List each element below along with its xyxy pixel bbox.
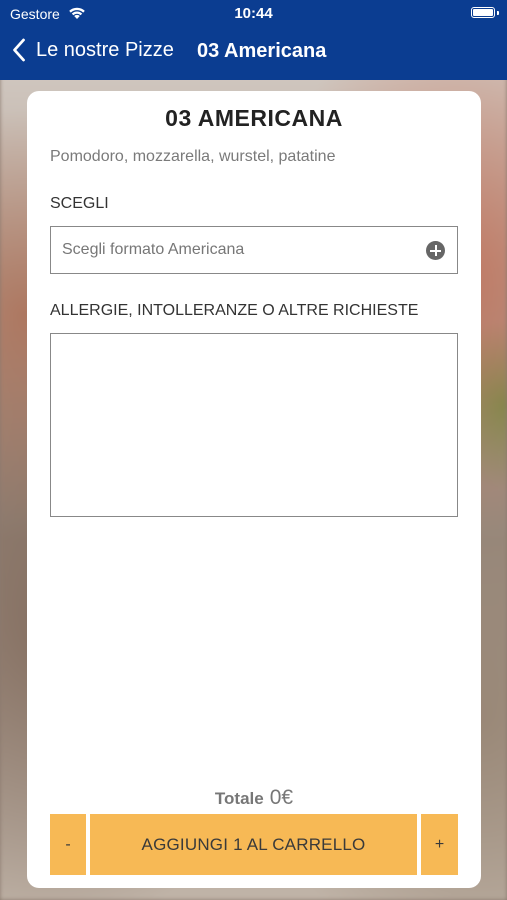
add-to-cart-button[interactable]: AGGIUNGI 1 AL CARRELLO xyxy=(90,814,417,875)
total-label: Totale xyxy=(214,789,264,808)
notes-label: ALLERGIE, INTOLLERANZE O ALTRE RICHIESTE xyxy=(50,302,419,319)
back-label: Le nostre Pizze xyxy=(36,38,174,61)
choose-label: SCEGLI xyxy=(50,195,109,212)
product-title: 03 AMERICANA xyxy=(165,105,343,131)
battery-tip xyxy=(497,11,499,15)
battery-icon xyxy=(471,7,495,18)
clock: 10:44 xyxy=(234,5,273,22)
decrease-quantity-button[interactable]: - xyxy=(50,814,86,875)
nav-bar: Le nostre Pizze 03 Americana xyxy=(0,34,507,70)
plus-circle-icon[interactable] xyxy=(426,241,445,260)
notes-textarea[interactable] xyxy=(50,333,458,517)
status-bar: Gestore 10:44 xyxy=(0,0,507,28)
product-description: Pomodoro, mozzarella, wurstel, patatine xyxy=(50,148,336,165)
format-select-placeholder: Scegli formato Americana xyxy=(62,241,245,258)
format-select[interactable]: Scegli formato Americana xyxy=(50,226,458,274)
product-card: 03 AMERICANA Pomodoro, mozzarella, wurst… xyxy=(27,91,481,888)
header: Gestore 10:44 Le nostre Pizze 03 America… xyxy=(0,0,507,80)
chevron-left-icon xyxy=(12,38,26,62)
total: Totale 0€ xyxy=(27,786,481,810)
total-value: 0€ xyxy=(269,786,294,809)
nav-title: 03 Americana xyxy=(197,40,327,62)
increase-quantity-button[interactable]: + xyxy=(421,814,458,875)
back-button[interactable]: Le nostre Pizze xyxy=(12,38,174,62)
